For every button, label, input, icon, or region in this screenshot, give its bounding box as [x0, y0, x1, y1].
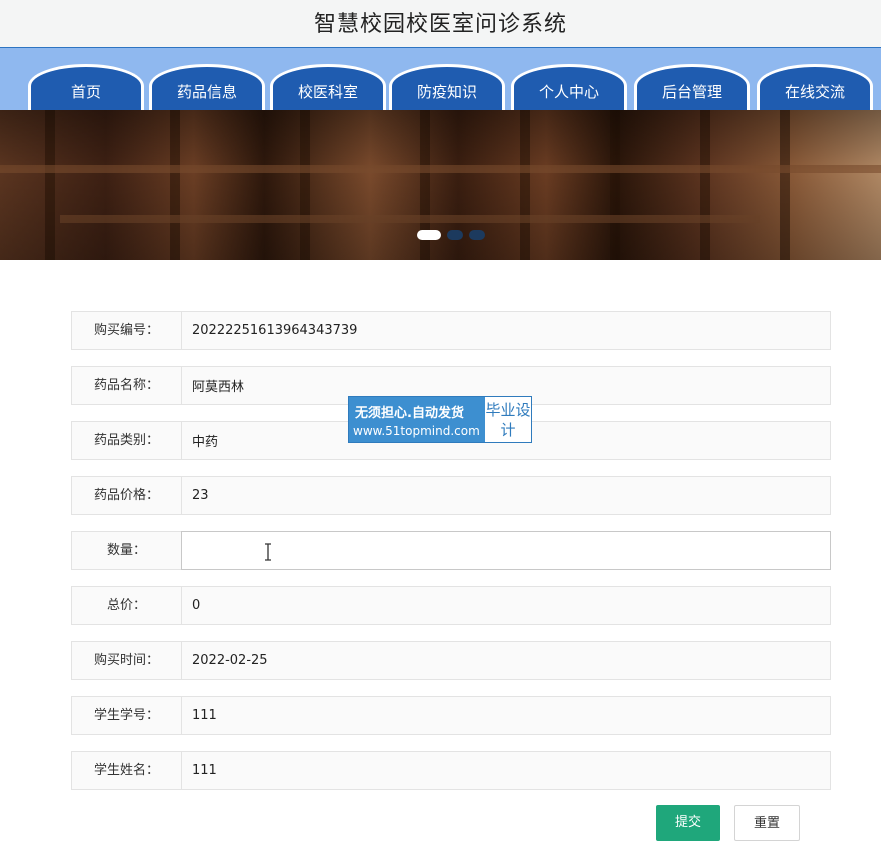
form-row-quantity: 数量：	[71, 531, 831, 570]
site-title: 智慧校园校医室问诊系统	[313, 12, 567, 37]
purchase-time-label: 购买时间：	[72, 642, 182, 679]
form-row-total: 总价：	[71, 586, 831, 625]
drug-price-field[interactable]	[182, 477, 830, 514]
quantity-field[interactable]	[181, 531, 831, 570]
drug-name-label: 药品名称：	[72, 367, 182, 404]
purchase-no-label: 购买编号：	[72, 312, 182, 349]
total-field[interactable]	[182, 587, 830, 624]
purchase-no-field[interactable]	[182, 312, 830, 349]
watermark-line-2: www.51topmind.com	[353, 424, 480, 438]
watermark-line-1: 无须担心.自动发货	[355, 406, 464, 421]
form-row-student-name: 学生姓名：	[71, 751, 831, 790]
banner-carousel	[0, 110, 881, 260]
total-label: 总价：	[72, 587, 182, 624]
form-row-purchase-time: 购买时间：	[71, 641, 831, 680]
form-row-student-no: 学生学号：	[71, 696, 831, 735]
student-no-field[interactable]	[182, 697, 830, 734]
form-row-purchase-no: 购买编号：	[71, 311, 831, 350]
carousel-dot-1[interactable]	[417, 230, 441, 240]
nav-tab-personal-center[interactable]: 个人中心	[511, 64, 627, 110]
nav-tab-epidemic-knowledge[interactable]: 防疫知识	[389, 64, 505, 110]
site-header: 智慧校园校医室问诊系统	[0, 0, 881, 48]
student-no-label: 学生学号：	[72, 697, 182, 734]
nav-tab-clinic-dept[interactable]: 校医科室	[270, 64, 386, 110]
watermark-badge: 无须担心.自动发货 www.51topmind.com 毕业设计	[348, 396, 532, 443]
main-nav: 首页 药品信息 校医科室 防疫知识 个人中心 后台管理 在线交流	[0, 48, 881, 110]
text-cursor-icon	[263, 543, 273, 561]
student-name-label: 学生姓名：	[72, 752, 182, 789]
watermark-badge-label: 毕业设计	[485, 397, 531, 442]
drug-price-label: 药品价格：	[72, 477, 182, 514]
watermark-text-block: 无须担心.自动发货 www.51topmind.com	[349, 397, 485, 442]
form-row-drug-price: 药品价格：	[71, 476, 831, 515]
carousel-dot-3[interactable]	[469, 230, 485, 240]
banner-shade	[0, 110, 881, 260]
nav-tab-online-chat[interactable]: 在线交流	[757, 64, 873, 110]
student-name-field[interactable]	[182, 752, 830, 789]
submit-button[interactable]: 提交	[656, 805, 720, 841]
nav-tab-drug-info[interactable]: 药品信息	[149, 64, 265, 110]
quantity-label: 数量：	[72, 532, 182, 569]
carousel-dot-2[interactable]	[447, 230, 463, 240]
nav-tab-home[interactable]: 首页	[28, 64, 144, 110]
purchase-time-field[interactable]	[182, 642, 830, 679]
drug-category-label: 药品类别：	[72, 422, 182, 459]
nav-tab-admin[interactable]: 后台管理	[634, 64, 750, 110]
reset-button[interactable]: 重置	[734, 805, 800, 841]
